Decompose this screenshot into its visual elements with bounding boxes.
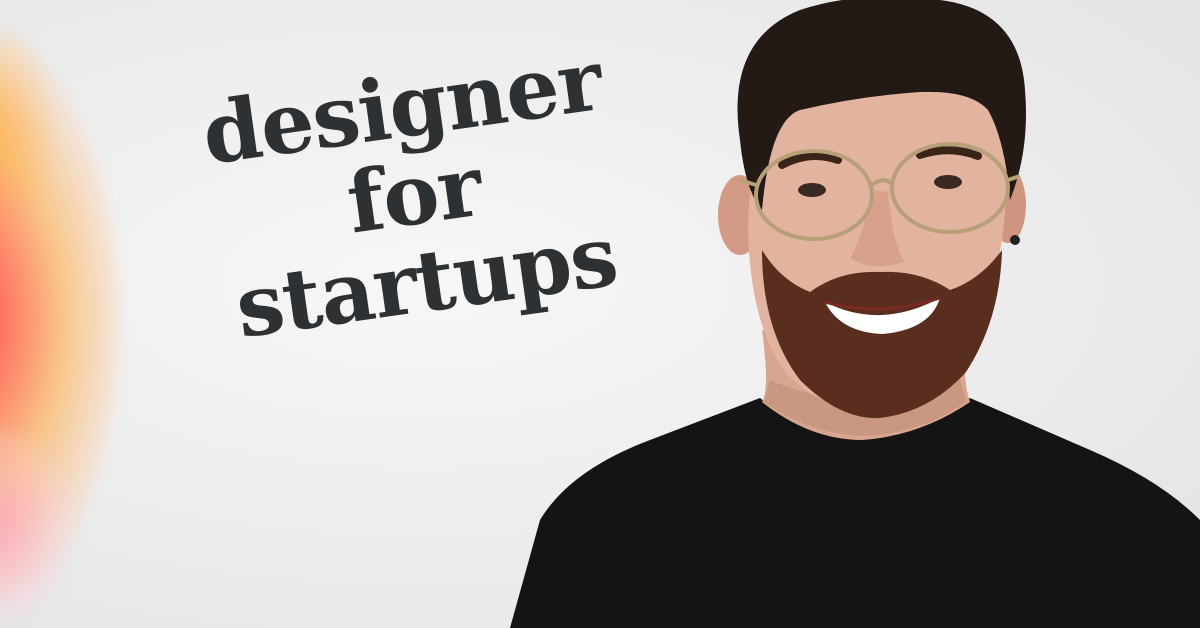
right-eye (934, 175, 962, 189)
banner: designer for startups (0, 0, 1200, 628)
portrait-photo (510, 0, 1200, 628)
left-eye (798, 183, 826, 197)
earring (1010, 235, 1020, 245)
